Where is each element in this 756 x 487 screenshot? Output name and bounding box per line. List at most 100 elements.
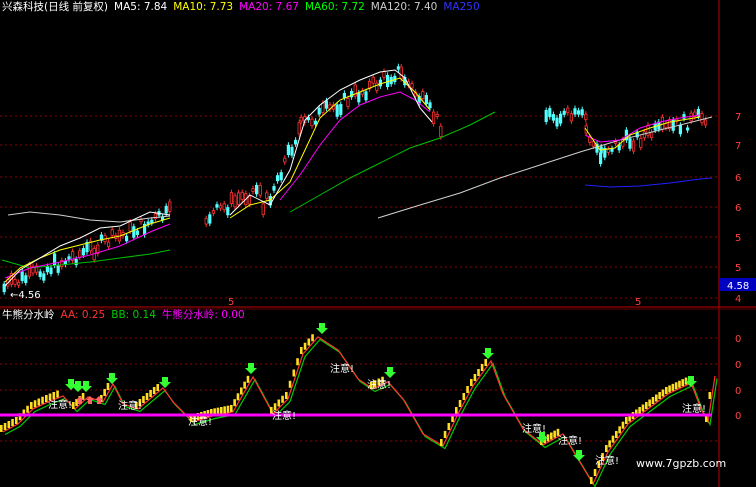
candle-body bbox=[371, 76, 375, 84]
candle-body bbox=[410, 83, 414, 89]
indicator-bar bbox=[230, 405, 233, 412]
candle-body bbox=[78, 250, 82, 258]
candle-body bbox=[218, 205, 223, 209]
candle-body bbox=[399, 66, 403, 80]
candle-body bbox=[67, 256, 71, 261]
green-arrow-icon bbox=[106, 373, 118, 384]
price-grid bbox=[0, 115, 719, 299]
indicator-bar bbox=[233, 399, 236, 407]
candle-body bbox=[321, 102, 325, 113]
candle-body bbox=[20, 271, 24, 281]
indicator-bar bbox=[103, 389, 106, 396]
warning-label: 注意! bbox=[682, 402, 706, 415]
candle-body bbox=[324, 100, 329, 109]
main-legend: 兴森科技(日线 前复权) MA5: 7.84 MA10: 7.73 MA20: 7.6… bbox=[2, 1, 492, 13]
watermark: www.7gpzb.com bbox=[636, 457, 726, 470]
candle-body bbox=[357, 92, 361, 103]
candle-body bbox=[342, 92, 347, 98]
indicator-bar bbox=[625, 417, 628, 424]
indicator-bar bbox=[655, 394, 658, 402]
current-price-label: 4.58 bbox=[727, 281, 749, 292]
indicator-bar bbox=[296, 358, 299, 366]
candle-body bbox=[261, 203, 265, 216]
candle-body bbox=[81, 248, 85, 256]
ma-lines bbox=[1, 69, 713, 287]
indicator-bar bbox=[220, 407, 223, 414]
ma-legend-item: MA5: 7.84 bbox=[114, 1, 168, 13]
indicator-bar bbox=[678, 380, 681, 388]
candle-body bbox=[27, 264, 32, 277]
green-arrow-icon bbox=[384, 367, 396, 378]
candle-body bbox=[229, 192, 233, 204]
indicator-bar bbox=[556, 428, 560, 436]
candle-body bbox=[2, 283, 6, 293]
candle-body bbox=[139, 219, 143, 223]
green-arrow-icon bbox=[159, 377, 171, 388]
indicator-bar bbox=[550, 432, 553, 440]
candle-body bbox=[424, 95, 429, 105]
indicator-bar bbox=[661, 389, 665, 397]
indicator-bar bbox=[285, 392, 288, 399]
indicator-legend-item: BB: 0.14 bbox=[111, 309, 156, 321]
candle-body bbox=[297, 122, 301, 135]
price-tick: 6 bbox=[735, 203, 741, 214]
candle-body bbox=[16, 281, 21, 286]
indicator-bar bbox=[477, 369, 480, 376]
indicator-bar bbox=[466, 386, 469, 393]
candle-body bbox=[378, 79, 383, 87]
indicator-bar bbox=[665, 387, 668, 394]
warning-label: 注意! bbox=[118, 399, 142, 412]
indicator-bar bbox=[15, 417, 18, 424]
candle-body bbox=[258, 184, 262, 196]
period-marker: 5 bbox=[228, 297, 234, 308]
candle-body bbox=[544, 110, 548, 122]
candle-body bbox=[204, 218, 208, 225]
indicator-bar bbox=[645, 402, 648, 409]
candle-body bbox=[107, 241, 111, 248]
indicator-bar bbox=[41, 396, 44, 404]
candle-body bbox=[346, 98, 350, 107]
price-axis: 7 7 6 6 5 5 4 bbox=[735, 112, 741, 305]
candle-body bbox=[42, 273, 46, 281]
indicator-bar bbox=[11, 419, 14, 426]
candle-body bbox=[375, 82, 379, 91]
indicator-bar bbox=[26, 405, 29, 413]
candle-body bbox=[335, 104, 339, 117]
indicator-tick: 0 bbox=[735, 360, 741, 371]
indicator-bar bbox=[590, 477, 593, 484]
candle-body bbox=[236, 192, 241, 205]
indicator-bar bbox=[307, 338, 311, 346]
chart-canvas[interactable]: 7 7 6 6 5 5 4 4.58 0 0 0 0 5 5 ←4.56 注意!… bbox=[0, 0, 756, 487]
candle-body bbox=[428, 102, 432, 109]
candle-body bbox=[704, 119, 708, 126]
indicator-bar bbox=[52, 392, 56, 399]
candle-body bbox=[299, 116, 303, 122]
candle-body bbox=[435, 113, 439, 117]
indicator-bar bbox=[447, 423, 451, 430]
indicator-bar bbox=[593, 469, 597, 476]
indicator-tick: 0 bbox=[735, 411, 741, 422]
ma-legend-item: MA10: 7.73 bbox=[173, 1, 234, 13]
price-tick: 5 bbox=[735, 233, 741, 244]
candle-body bbox=[222, 203, 226, 211]
candle-body bbox=[566, 107, 570, 114]
ma60-line-mid bbox=[289, 111, 496, 213]
indicator-bar bbox=[458, 400, 462, 407]
indicator-bar bbox=[615, 431, 618, 438]
indicator-bar bbox=[311, 334, 314, 342]
candle-body bbox=[317, 107, 321, 115]
indicator-bar bbox=[37, 398, 41, 406]
green-arrow-icon bbox=[245, 363, 257, 374]
indicator-bar bbox=[226, 405, 230, 413]
indicator-bar bbox=[621, 421, 625, 429]
indicator-bar bbox=[300, 347, 303, 354]
candle-body bbox=[313, 120, 318, 125]
candle-body bbox=[559, 113, 563, 124]
indicator-bar bbox=[470, 379, 473, 386]
indicator-bar bbox=[303, 342, 307, 350]
candle-body bbox=[226, 207, 230, 216]
candle-body bbox=[240, 192, 244, 200]
indicator-bar bbox=[288, 380, 292, 388]
indicator-bar bbox=[273, 403, 277, 411]
indicator-bar bbox=[473, 374, 477, 381]
